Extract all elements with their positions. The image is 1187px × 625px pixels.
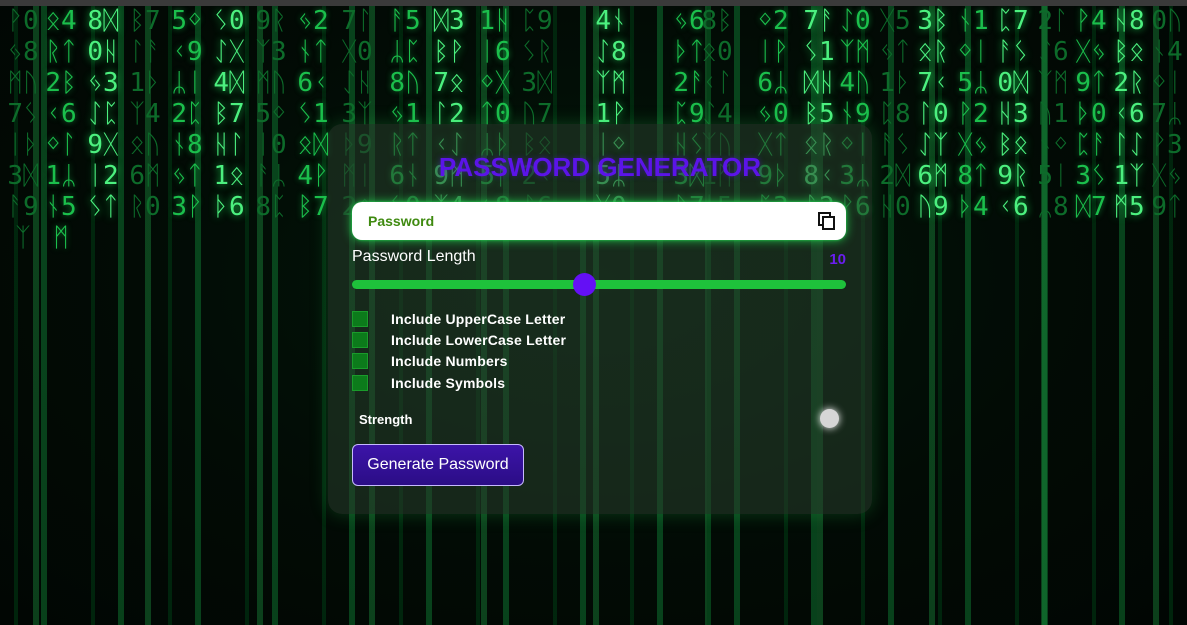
length-slider-track[interactable] [352, 280, 846, 289]
password-generator-card: PASSWORD GENERATOR Password Length 10 In… [328, 124, 872, 514]
numbers-label: Include Numbers [391, 353, 508, 369]
lowercase-checkbox[interactable] [352, 332, 368, 348]
numbers-checkbox[interactable] [352, 353, 368, 369]
generate-password-button[interactable]: Generate Password [352, 444, 524, 486]
uppercase-checkbox[interactable] [352, 311, 368, 327]
length-slider-thumb[interactable] [572, 273, 596, 296]
strength-indicator [820, 409, 839, 428]
strength-label: Strength [359, 412, 413, 427]
password-length-label: Password Length [352, 248, 476, 265]
password-length-value: 10 [829, 251, 846, 268]
symbols-label: Include Symbols [391, 375, 506, 391]
app-title: PASSWORD GENERATOR [438, 152, 762, 182]
symbols-checkbox[interactable] [352, 375, 368, 391]
lowercase-label: Include LowerCase Letter [391, 332, 567, 348]
uppercase-label: Include UpperCase Letter [391, 311, 566, 327]
password-display-box [352, 202, 846, 240]
copy-icon[interactable] [816, 210, 838, 232]
password-display-field[interactable] [366, 212, 790, 230]
